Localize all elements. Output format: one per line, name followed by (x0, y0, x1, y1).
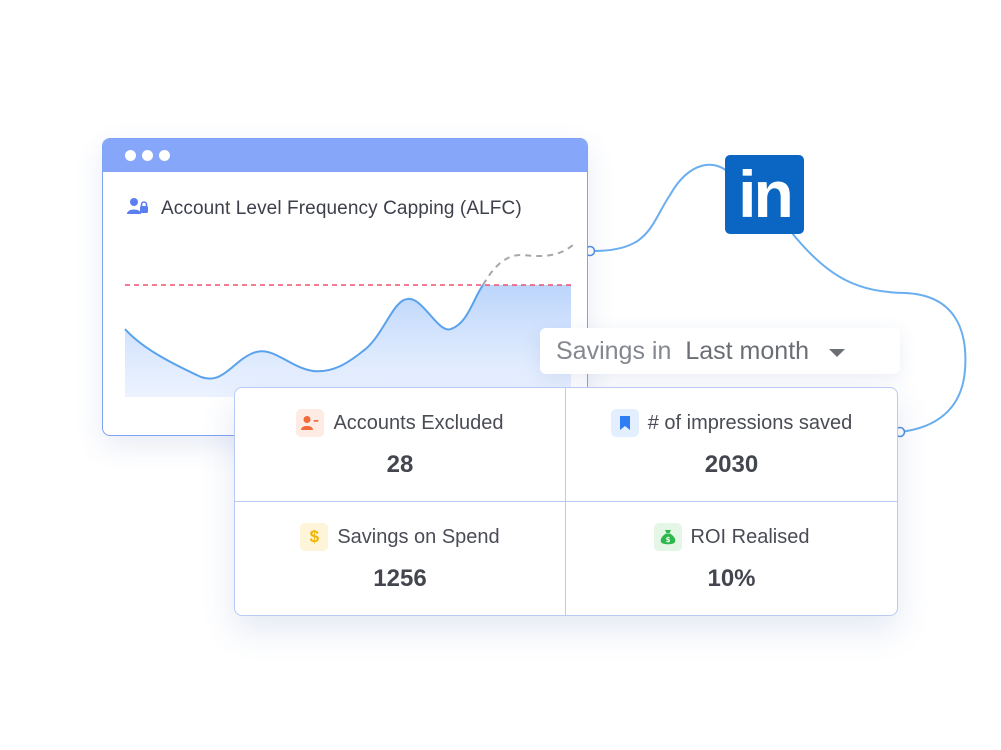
stat-value: 2030 (704, 451, 759, 479)
stat-label: # of impressions saved (647, 411, 853, 434)
svg-text:$: $ (665, 536, 670, 544)
stat-roi-realised: $ ROI Realised 10% (566, 502, 897, 616)
user-minus-icon (296, 409, 325, 438)
stat-accounts-excluded: Accounts Excluded 28 (235, 388, 566, 502)
stat-value: 1256 (373, 565, 427, 593)
dollar-icon: $ (300, 523, 329, 552)
money-bag-icon: $ (653, 523, 682, 552)
stat-label: Savings on Spend (337, 525, 500, 548)
forecast-line (482, 244, 574, 286)
window-title-row: Account Level Frequency Capping (ALFC) (127, 197, 522, 220)
stat-label-row: $ ROI Realised (653, 523, 810, 552)
stat-savings-on-spend: $ Savings on Spend 1256 (235, 501, 566, 615)
user-lock-icon (127, 197, 149, 220)
connector-window-to-linkedin (589, 163, 729, 253)
stat-value: 28 (386, 451, 414, 479)
bookmark-icon (610, 409, 639, 438)
stat-label: Accounts Excluded (333, 411, 504, 434)
stat-value: 10% (707, 565, 756, 593)
stage: Account Level Frequency Capping (ALFC) i… (0, 0, 1001, 750)
stat-label-row: # of impressions saved (610, 409, 853, 438)
stat-impressions-saved: # of impressions saved 2030 (566, 388, 897, 502)
stats-grid: Accounts Excluded 28 # of impressions sa… (234, 387, 898, 616)
trend-area (125, 285, 571, 397)
stat-label: ROI Realised (690, 525, 810, 548)
stat-label-row: Accounts Excluded (296, 409, 504, 438)
savings-label: Savings in (556, 336, 672, 365)
window-title: Account Level Frequency Capping (ALFC) (161, 197, 522, 219)
savings-period-dropdown[interactable]: Savings in Last month (540, 328, 900, 374)
savings-period-value: Last month (685, 336, 810, 365)
caret-down-icon (829, 348, 846, 357)
stat-label-row: $ Savings on Spend (300, 523, 500, 552)
linkedin-logo: in (725, 155, 804, 234)
